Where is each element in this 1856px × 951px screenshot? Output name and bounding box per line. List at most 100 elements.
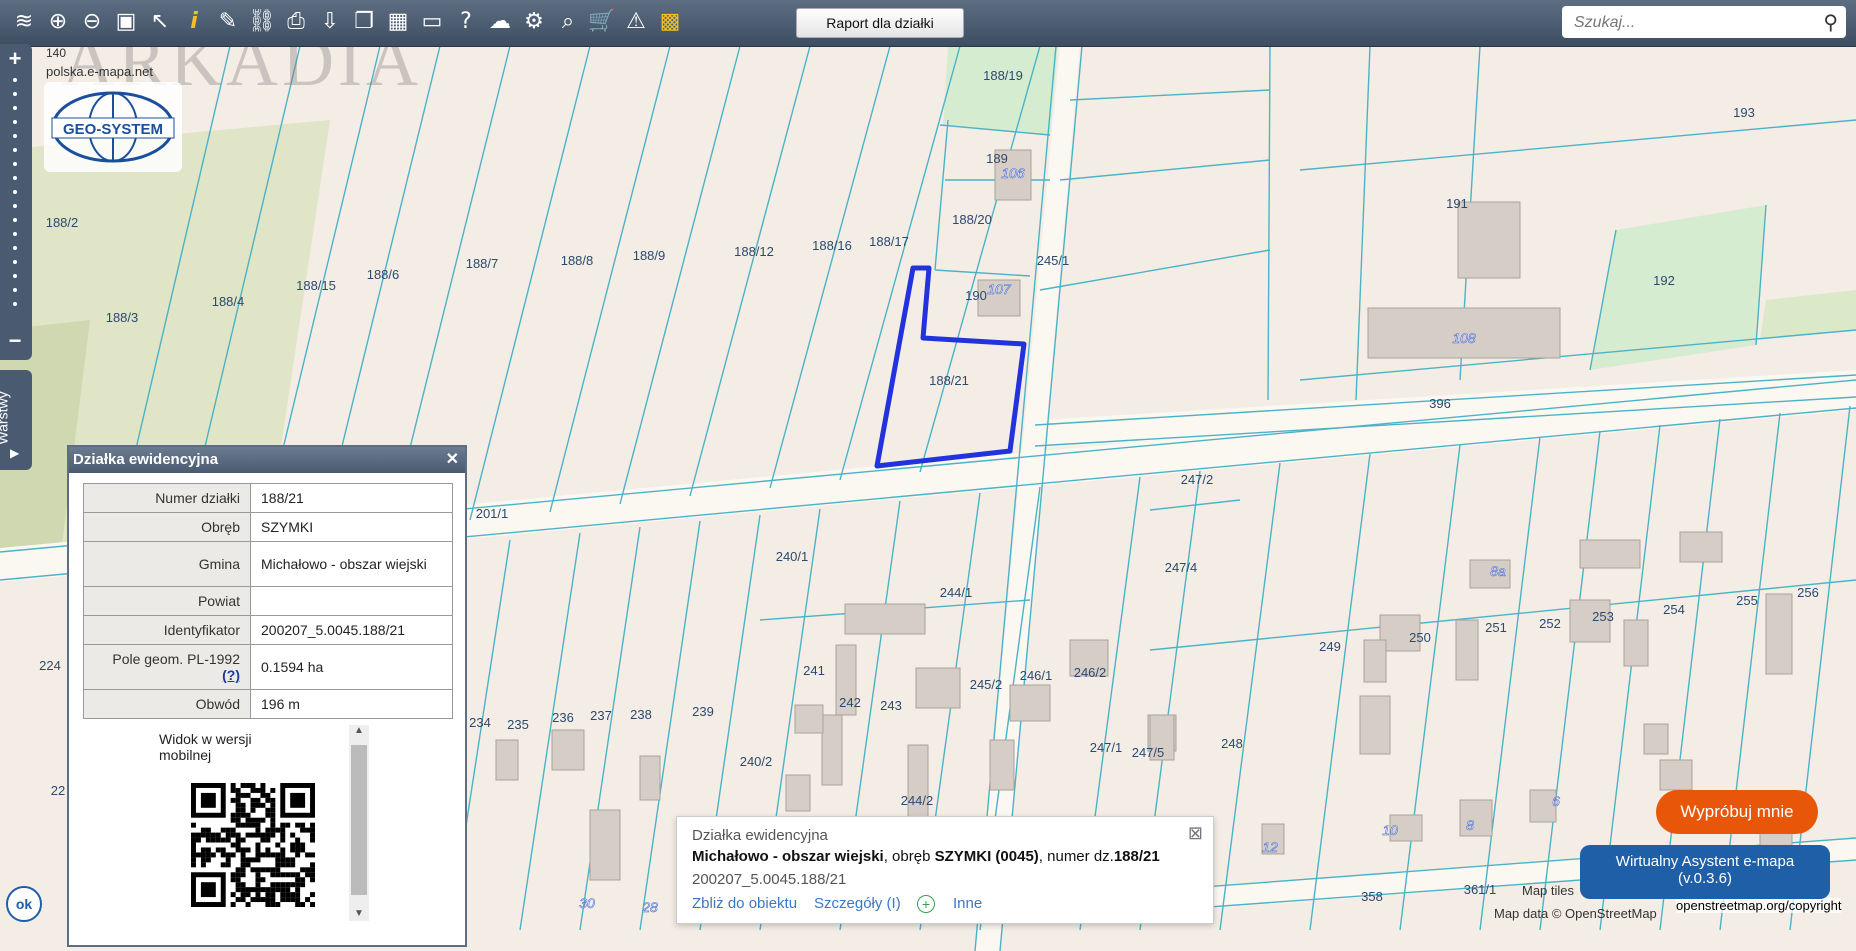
help-icon[interactable]: ? [452, 8, 480, 36]
parcel-label: 245/2 [970, 677, 1003, 692]
building [915, 667, 961, 709]
building [821, 714, 843, 786]
building [844, 603, 926, 635]
layers-tab[interactable]: Warstwy ▶ [0, 370, 32, 470]
table-value: 196 m [250, 689, 453, 719]
parcel-label: 188/3 [106, 310, 139, 325]
parcel-label: 188/9 [633, 248, 666, 263]
zoom-level-dot[interactable] [13, 176, 17, 180]
zoom-out-icon[interactable]: ⊖ [78, 8, 106, 36]
close-icon[interactable]: ⊠ [1188, 823, 1203, 844]
full-extent-icon[interactable]: ▣ [112, 8, 140, 36]
parcel-label: 22 [51, 783, 65, 798]
building-number-label: 10 [1382, 822, 1398, 838]
zoom-level-dot[interactable] [13, 190, 17, 194]
parcel-label: 247/1 [1090, 740, 1123, 755]
parcel-label: 188/17 [869, 234, 909, 249]
zoom-level-dot[interactable] [13, 260, 17, 264]
try-me-button[interactable]: Wypróbuj mnie [1656, 790, 1818, 834]
zoom-level-dot[interactable] [13, 246, 17, 250]
scroll-up-icon[interactable]: ▲ [349, 725, 369, 736]
qr-code[interactable] [191, 783, 315, 907]
building [794, 704, 824, 734]
table-value: 188/21 [250, 483, 453, 513]
zoom-minus-button[interactable]: − [4, 328, 26, 354]
other-link[interactable]: Inne [953, 895, 982, 912]
report-button[interactable]: Raport dla działki [796, 8, 964, 38]
warning-icon[interactable]: ⚠ [622, 8, 650, 36]
parcel-label: 188/19 [983, 68, 1023, 83]
zoom-slider[interactable]: + − [0, 44, 32, 360]
popup-obreb: SZYMKI (0045) [934, 848, 1039, 865]
zoom-in-icon[interactable]: ⊕ [44, 8, 72, 36]
plus-icon[interactable]: + [917, 895, 935, 913]
parcel-label: 250 [1409, 630, 1431, 645]
zoom-level-dot[interactable] [13, 134, 17, 138]
color-palette-icon[interactable]: ▩ [656, 8, 684, 36]
virtual-assistant-button[interactable]: Wirtualny Asystent e-mapa (v.0.3.6) [1580, 845, 1830, 899]
layers-icon[interactable]: ≋ [10, 8, 38, 36]
zoom-plus-button[interactable]: + [4, 46, 26, 72]
zoom-level-dot[interactable] [13, 78, 17, 82]
zoom-level-dot[interactable] [13, 302, 17, 306]
zoom-level-dot[interactable] [13, 148, 17, 152]
cloud-icon[interactable]: ☁ [486, 8, 514, 36]
zoom-level-dot[interactable] [13, 120, 17, 124]
zoom-level-dot[interactable] [13, 288, 17, 292]
parcel-label: 188/16 [812, 238, 852, 253]
copyright-link[interactable]: openstreetmap.org/copyright [1676, 898, 1842, 913]
zoom-level-dot[interactable] [13, 106, 17, 110]
info-panel-header: Działka ewidencyjna ✕ [69, 447, 465, 473]
parcel-label: 191 [1446, 196, 1468, 211]
cart-icon[interactable]: 🛒 [588, 8, 616, 36]
parcel-label: 245/1 [1037, 253, 1070, 268]
link-icon[interactable]: ⛓ [248, 8, 276, 36]
scroll-down-icon[interactable]: ▼ [349, 908, 369, 919]
zoom-level-dot[interactable] [13, 162, 17, 166]
info-icon[interactable]: i [180, 8, 208, 36]
popup-text: , numer dz. [1038, 848, 1114, 865]
building-number-label: 12 [1262, 839, 1278, 855]
zoom-level-dot[interactable] [13, 232, 17, 236]
close-icon[interactable]: ✕ [446, 447, 459, 473]
parcel-label: 249 [1319, 639, 1341, 654]
parcel-label: 244/2 [901, 793, 934, 808]
comment-icon[interactable]: ▭ [418, 8, 446, 36]
help-link[interactable]: (?) [222, 667, 240, 683]
search-icon[interactable]: ⚲ [1823, 10, 1838, 34]
zoom-level-dot[interactable] [13, 218, 17, 222]
parcel-label: 188/4 [212, 294, 245, 309]
building-number-label: 106 [1001, 165, 1025, 181]
building [989, 739, 1015, 791]
map-tiles-attribution: Map tiles [1522, 883, 1575, 898]
scrollbar[interactable]: ▲ ▼ [349, 725, 369, 921]
logo-text: GEO-SYSTEM [63, 121, 163, 138]
ok-button[interactable]: ok [6, 886, 42, 922]
parcel-label: 201/1 [476, 506, 509, 521]
download-icon[interactable]: ⇩ [316, 8, 344, 36]
parcel-label: 188/2 [46, 215, 79, 230]
scrollbar-thumb[interactable] [351, 745, 367, 895]
popup-description: Michałowo - obszar wiejski, obręb SZYMKI… [692, 848, 1160, 865]
info-table: Numer działki 188/21 Obręb SZYMKI Gmina Mic… [83, 483, 453, 719]
map-data-attribution: Map data © OpenStreetMap [1494, 906, 1657, 921]
building [1009, 684, 1051, 722]
zoom-level-dot[interactable] [13, 92, 17, 96]
table-row: Pole geom. PL-1992 (?) 0.1594 ha [83, 644, 453, 690]
layout-icon[interactable]: ▦ [384, 8, 412, 36]
zoom-level-dot[interactable] [13, 274, 17, 278]
settings-icon[interactable]: ⚙ [520, 8, 548, 36]
copy-icon[interactable]: ❐ [350, 8, 378, 36]
zoom-to-object-link[interactable]: Zbliż do obiektu [692, 895, 797, 912]
print-icon[interactable]: ⎙ [282, 8, 310, 36]
select-icon[interactable]: ↖ [146, 8, 174, 36]
details-link[interactable]: Szczegóły (I) [814, 895, 901, 912]
search-input[interactable] [1572, 12, 1806, 34]
zoom-level-dot[interactable] [13, 204, 17, 208]
parcel-label: 253 [1592, 609, 1614, 624]
measure-icon[interactable]: ✎ [214, 8, 242, 36]
table-key: Obwód [83, 689, 251, 719]
parcel-label: 240/2 [740, 754, 773, 769]
popup-text: , obręb [883, 848, 935, 865]
search-map-icon[interactable]: ⌕ [554, 8, 582, 36]
